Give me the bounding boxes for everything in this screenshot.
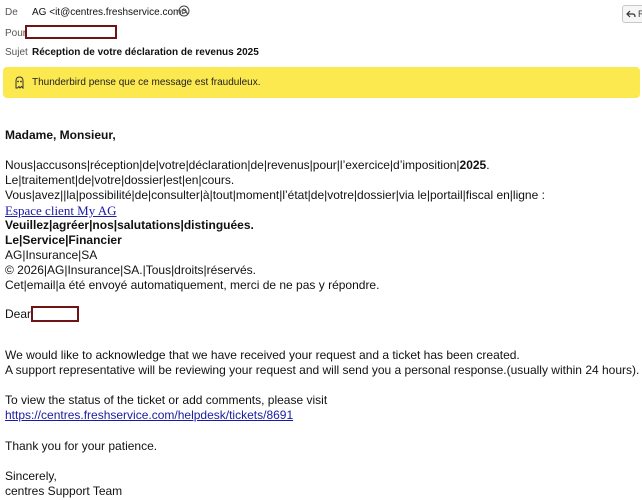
en-sincerely: Sincerely, [5,469,57,483]
en-signature: centres Support Team [5,484,123,498]
en-paragraph-line-1: We would like to acknowledge that we hav… [5,348,520,362]
contact-star-icon[interactable] [178,5,190,17]
from-address[interactable]: AG <it@centres.freshservice.com> [32,7,187,18]
fr-copyright: © 2026|AG|Insurance|SA.|Tous|droits|rése… [5,263,256,277]
fr-signature-dept: Le|Service|Financier [5,233,122,247]
subject-text: Réception de votre déclaration de revenu… [32,46,259,58]
scam-warning-banner: Thunderbird pense que ce message est fra… [3,67,640,98]
scam-warning-icon [13,76,26,90]
fr-signature-company: AG|Insurance|SA [5,248,98,262]
fr-line1-text: Nous|accusons|réception|de|votre|déclara… [5,158,460,172]
fr-line1-end: . [486,158,490,172]
dear-line: Dear [5,306,80,323]
from-label: De [5,6,18,18]
greeting: Madame, Monsieur, [5,128,116,142]
en-ticket-line: To view the status of the ticket or add … [5,393,328,407]
fr-paragraph-line-3: Vous|avez||la|possibilité|de|consulter|à… [5,188,545,202]
fr-portal-line: Espace client My AG [5,203,117,219]
dear-text: Dear [5,307,32,322]
scam-warning-text: Thunderbird pense que ce message est fra… [32,77,261,88]
message-header: De AG <it@centres.freshservice.com> R Po… [0,0,642,62]
to-label: Pour [5,27,27,39]
redacted-name-box [31,306,80,322]
ticket-link[interactable]: https://centres.freshservice.com/helpdes… [5,408,293,422]
fr-paragraph-line-1: Nous|accusons|réception|de|votre|déclara… [5,158,490,173]
subject-label: Sujet [5,46,28,58]
en-paragraph-line-2: A support representative will be reviewi… [5,363,640,377]
fr-line1-year: 2025 [459,158,487,172]
subject-row: Sujet Réception de votre déclaration de … [0,43,642,61]
to-row: Pour [0,24,642,42]
fr-paragraph-line-2: Le|traitement|de|votre|dossier|est|en|co… [5,173,235,187]
en-ticket-link-line: https://centres.freshservice.com/helpdes… [5,408,293,423]
fr-auto-notice: Cet|email|a été envoyé automatiquement, … [5,278,380,292]
en-thanks: Thank you for your patience. [5,439,158,453]
redacted-recipient-box [25,25,117,39]
reply-icon [626,10,636,17]
espace-client-link[interactable]: Espace client My AG [5,203,117,218]
from-row: De AG <it@centres.freshservice.com> R [0,3,642,23]
reply-button[interactable]: R [622,5,642,23]
fr-closing-line: Veuillez|agréer|nos|salutations|distingu… [5,218,254,232]
reply-label: R [638,9,642,19]
